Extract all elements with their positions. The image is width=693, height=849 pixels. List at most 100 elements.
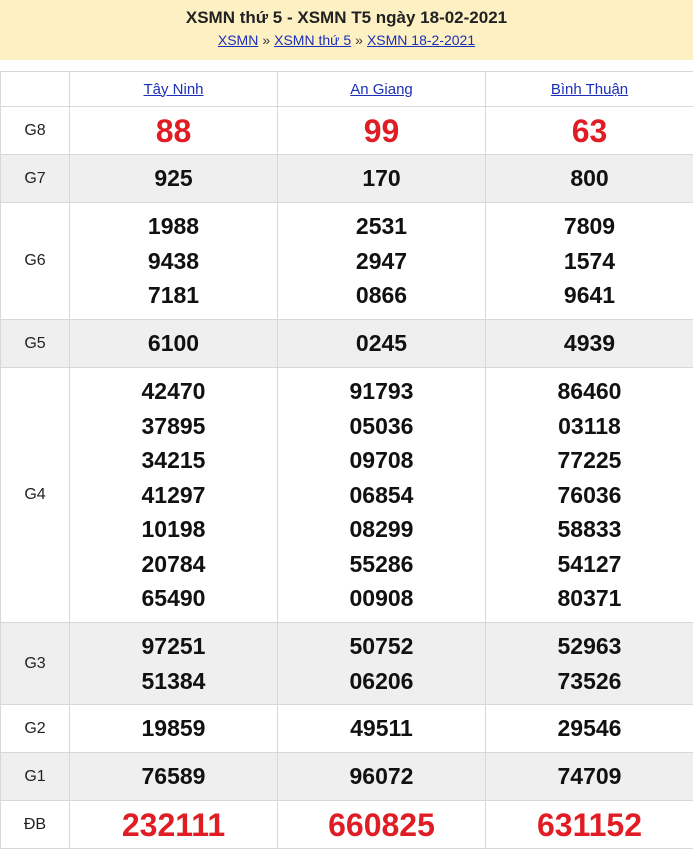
breadcrumb-link-xsmn[interactable]: XSMN [218, 32, 258, 48]
prize-cell: 0245 [278, 320, 486, 368]
prize-number: 20784 [70, 547, 277, 582]
prize-cell: 76589 [70, 753, 278, 801]
prize-label: G7 [1, 155, 70, 203]
prize-number: 4939 [486, 326, 693, 361]
prize-cell: 780915749641 [486, 203, 693, 320]
prize-cell: 232111 [70, 801, 278, 849]
breadcrumb-link-xsmn-date[interactable]: XSMN 18-2-2021 [367, 32, 475, 48]
prize-cell: 660825 [278, 801, 486, 849]
prize-label: ĐB [1, 801, 70, 849]
province-header: Tây Ninh [70, 72, 278, 107]
province-link-binh-thuan[interactable]: Bình Thuận [551, 81, 628, 98]
prize-number: 99 [278, 111, 485, 151]
prize-row-g6: G6198894387181253129470866780915749641 [1, 203, 693, 320]
prize-number: 77225 [486, 443, 693, 478]
prize-number: 232111 [70, 805, 277, 845]
prize-number: 97251 [70, 629, 277, 664]
prize-number: 51384 [70, 664, 277, 699]
prize-label: G4 [1, 368, 70, 623]
prize-number: 08299 [278, 512, 485, 547]
prize-number: 631152 [486, 805, 693, 845]
prize-number: 42470 [70, 374, 277, 409]
prize-label: G2 [1, 705, 70, 753]
page-title: XSMN thứ 5 - XSMN T5 ngày 18-02-2021 [0, 8, 693, 28]
province-link-tay-ninh[interactable]: Tây Ninh [143, 81, 203, 98]
prize-cell: 63 [486, 107, 693, 155]
breadcrumb: XSMN»XSMN thứ 5»XSMN 18-2-2021 [0, 30, 693, 50]
prize-row-đb: ĐB232111660825631152 [1, 801, 693, 849]
prize-cell: 74709 [486, 753, 693, 801]
prize-label: G6 [1, 203, 70, 320]
prize-number: 74709 [486, 759, 693, 794]
prize-row-g1: G1765899607274709 [1, 753, 693, 801]
prize-number: 925 [70, 161, 277, 196]
prize-number: 9641 [486, 278, 693, 313]
province-link-an-giang[interactable]: An Giang [350, 81, 413, 98]
province-header: An Giang [278, 72, 486, 107]
prize-number: 800 [486, 161, 693, 196]
prize-number: 0245 [278, 326, 485, 361]
province-header-row: Tây Ninh An Giang Bình Thuận [1, 72, 693, 107]
prize-row-g8: G8889963 [1, 107, 693, 155]
prize-number: 34215 [70, 443, 277, 478]
prize-cell: 170 [278, 155, 486, 203]
prize-row-g3: G3972515138450752062065296373526 [1, 623, 693, 705]
prize-cell: 19859 [70, 705, 278, 753]
prize-number: 05036 [278, 409, 485, 444]
prize-cell: 42470378953421541297101982078465490 [70, 368, 278, 623]
prize-cell: 29546 [486, 705, 693, 753]
prize-cell: 925 [70, 155, 278, 203]
prize-number: 09708 [278, 443, 485, 478]
prize-number: 0866 [278, 278, 485, 313]
prize-cell: 5296373526 [486, 623, 693, 705]
prize-cell: 631152 [486, 801, 693, 849]
prize-number: 41297 [70, 478, 277, 513]
prize-label: G5 [1, 320, 70, 368]
province-header: Bình Thuận [486, 72, 693, 107]
prize-number: 1574 [486, 244, 693, 279]
results-table: Tây Ninh An Giang Bình Thuận G8889963G79… [0, 71, 693, 849]
prize-number: 29546 [486, 711, 693, 746]
prize-cell: 6100 [70, 320, 278, 368]
prize-number: 9438 [70, 244, 277, 279]
breadcrumb-separator: » [262, 32, 270, 48]
prize-number: 58833 [486, 512, 693, 547]
prize-number: 00908 [278, 581, 485, 616]
prize-number: 2947 [278, 244, 485, 279]
prize-number: 03118 [486, 409, 693, 444]
prize-number: 660825 [278, 805, 485, 845]
prize-number: 170 [278, 161, 485, 196]
prize-cell: 99 [278, 107, 486, 155]
prize-number: 96072 [278, 759, 485, 794]
prize-cell: 96072 [278, 753, 486, 801]
prize-number: 73526 [486, 664, 693, 699]
prize-cell: 800 [486, 155, 693, 203]
prize-number: 54127 [486, 547, 693, 582]
breadcrumb-link-xsmn-thu-5[interactable]: XSMN thứ 5 [274, 32, 351, 48]
prize-number: 91793 [278, 374, 485, 409]
prize-cell: 9725151384 [70, 623, 278, 705]
prize-number: 52963 [486, 629, 693, 664]
prize-number: 49511 [278, 711, 485, 746]
prize-row-g5: G5610002454939 [1, 320, 693, 368]
prize-row-g2: G2198594951129546 [1, 705, 693, 753]
prize-cell: 91793050360970806854082995528600908 [278, 368, 486, 623]
prize-number: 76589 [70, 759, 277, 794]
prize-number: 7809 [486, 209, 693, 244]
prize-number: 2531 [278, 209, 485, 244]
prize-number: 1988 [70, 209, 277, 244]
prize-number: 55286 [278, 547, 485, 582]
prize-number: 63 [486, 111, 693, 151]
prize-number: 7181 [70, 278, 277, 313]
prize-number: 37895 [70, 409, 277, 444]
page-header: XSMN thứ 5 - XSMN T5 ngày 18-02-2021 XSM… [0, 0, 693, 60]
prize-number: 50752 [278, 629, 485, 664]
prize-number: 80371 [486, 581, 693, 616]
prize-number: 19859 [70, 711, 277, 746]
prize-row-g4: G442470378953421541297101982078465490917… [1, 368, 693, 623]
prize-number: 76036 [486, 478, 693, 513]
prize-number: 86460 [486, 374, 693, 409]
prize-cell: 5075206206 [278, 623, 486, 705]
prize-label: G1 [1, 753, 70, 801]
prize-number: 65490 [70, 581, 277, 616]
